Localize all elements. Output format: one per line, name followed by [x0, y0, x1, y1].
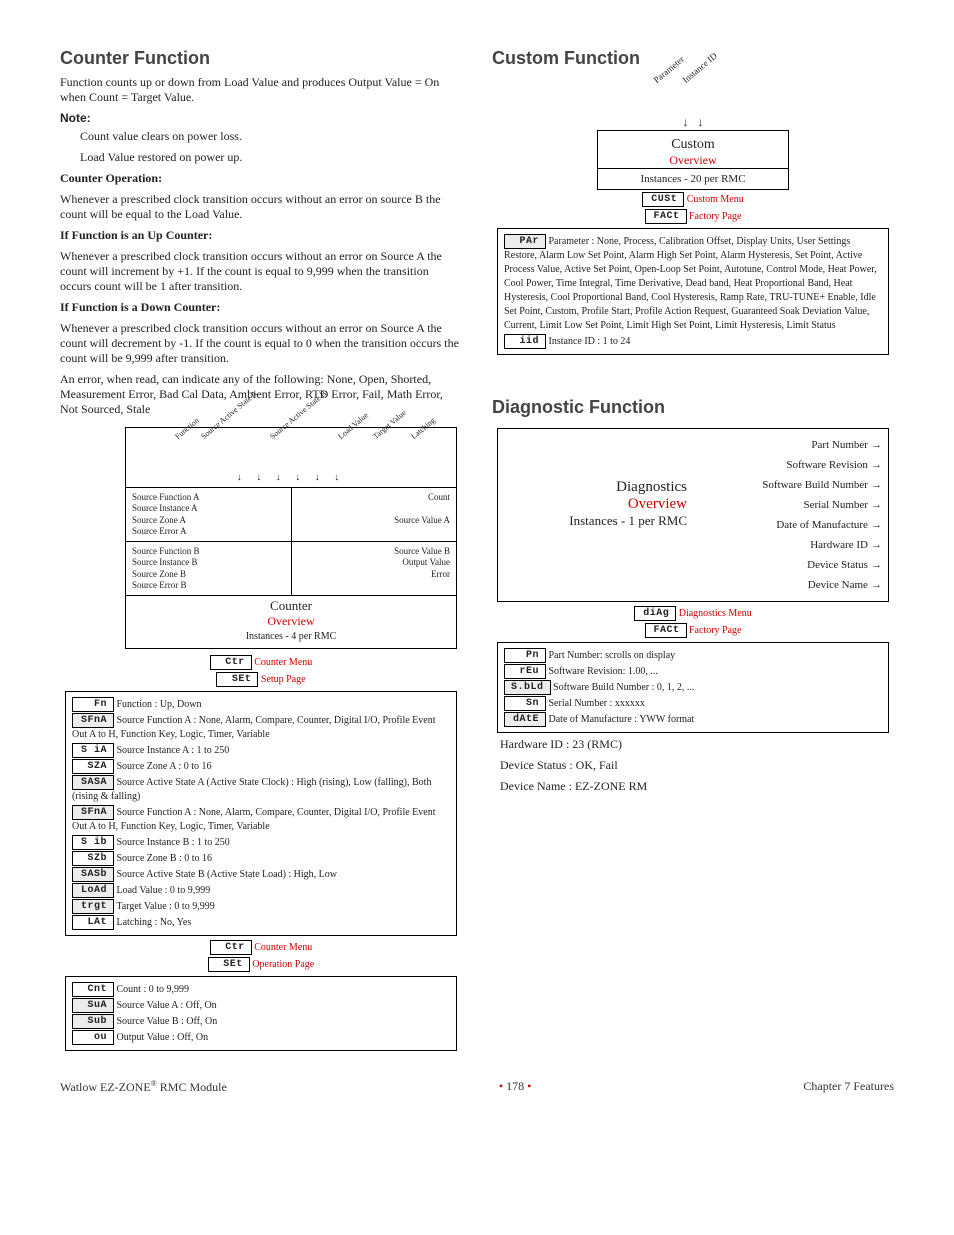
- counter-diagram: Function Source Active State A Source Ac…: [125, 427, 457, 649]
- down-counter-head: If Function is a Down Counter:: [60, 300, 462, 315]
- diagnostic-function-title: Diagnostic Function: [492, 397, 894, 418]
- custom-arrows: ↓ ↓: [492, 115, 894, 130]
- down-arrows: ↓ ↓ ↓ ↓ ↓ ↓: [126, 470, 456, 487]
- custom-factory: FACt Factory Page: [492, 209, 894, 224]
- custom-params: PAr Parameter : None, Process, Calibrati…: [497, 228, 889, 355]
- diag-factory: FACt Factory Page: [492, 623, 894, 638]
- down-counter-body: Whenever a prescribed clock transition o…: [60, 321, 462, 366]
- note-2: Load Value restored on power up.: [60, 150, 462, 165]
- device-status: Device Status : OK, Fail: [500, 758, 894, 773]
- io-left-b: Source Function B Source Instance B Sour…: [126, 542, 292, 595]
- lbl-function: Function: [173, 416, 201, 441]
- counter-intro: Function counts up or down from Load Val…: [60, 75, 462, 105]
- custom-top-labels: Parameter Instance ID: [492, 75, 894, 115]
- counter-function-title: Counter Function: [60, 48, 462, 69]
- counter-menu-1: Ctr Counter Menu: [60, 655, 462, 670]
- note-1: Count value clears on power loss.: [60, 129, 462, 144]
- counter-box-title: Counter: [126, 596, 456, 614]
- diagnostic-diagram: Diagnostics Overview Instances - 1 per R…: [497, 428, 889, 602]
- io-left-a: Source Function A Source Instance A Sour…: [126, 488, 292, 541]
- counter-setup-params: Fn Function : Up, Down SFnA Source Funct…: [65, 691, 457, 936]
- counter-instances: Instances - 4 per RMC: [126, 629, 456, 648]
- counter-operation-params: Cnt Count : 0 to 9,999 SuA Source Value …: [65, 976, 457, 1051]
- lbl-latching: Latching: [409, 416, 437, 441]
- diag-menu: diAg Diagnostics Menu: [492, 606, 894, 621]
- counter-overview: Overview: [126, 614, 456, 629]
- diag-params: Pn Part Number: scrolls on display rEu S…: [497, 642, 889, 733]
- io-right-b: Source Value B Output Value Error: [292, 542, 457, 595]
- up-counter-head: If Function is an Up Counter:: [60, 228, 462, 243]
- note-label: Note:: [60, 111, 462, 125]
- up-counter-body: Whenever a prescribed clock transition o…: [60, 249, 462, 294]
- counter-menu-2: Ctr Counter Menu: [60, 940, 462, 955]
- counter-operation-head: Counter Operation:: [60, 171, 462, 186]
- counter-operation-body: Whenever a prescribed clock transition o…: [60, 192, 462, 222]
- io-right-a: Count Source Value A: [292, 488, 457, 541]
- page-footer: Watlow EZ-ZONE® RMC Module • 178 • Chapt…: [60, 1079, 894, 1095]
- setup-page-1: SEt Setup Page: [60, 672, 462, 687]
- operation-page: SEt Operation Page: [60, 957, 462, 972]
- hardware-id: Hardware ID : 23 (RMC): [500, 737, 894, 752]
- custom-menu: CUSt Custom Menu: [492, 192, 894, 207]
- device-name: Device Name : EZ-ZONE RM: [500, 779, 894, 794]
- custom-box: Custom Overview Instances - 20 per RMC: [597, 130, 789, 190]
